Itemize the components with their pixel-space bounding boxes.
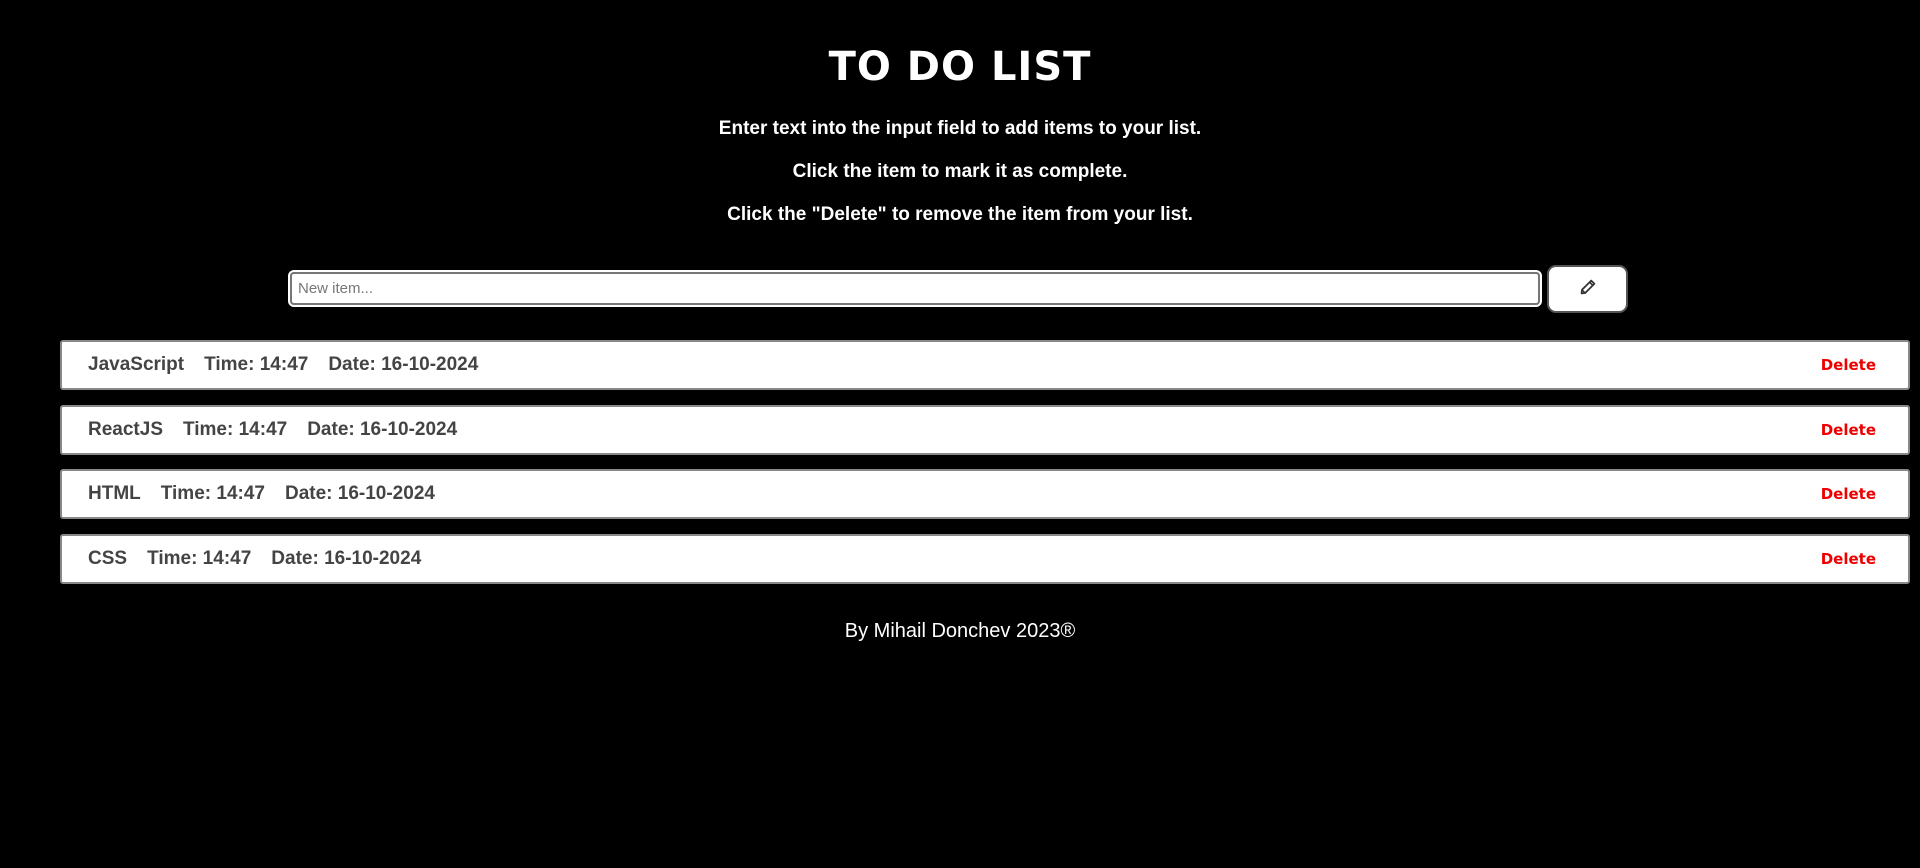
todo-item-text: JavaScript (88, 354, 185, 375)
todo-item-time: Time: 14:47 (147, 547, 252, 569)
delete-button[interactable]: Delete (1821, 550, 1876, 568)
todo-item-text: HTML (88, 483, 141, 504)
page-title: TO DO LIST (828, 44, 1092, 90)
todo-list: JavaScript Time: 14:47 Date: 16-10-2024 … (60, 340, 1910, 598)
add-item-button[interactable] (1547, 265, 1628, 313)
todo-item-time: Time: 14:47 (183, 418, 288, 440)
delete-button[interactable]: Delete (1821, 421, 1876, 439)
pencil-icon (1580, 279, 1596, 300)
new-item-input[interactable] (288, 270, 1542, 307)
todo-item-reactjs[interactable]: ReactJS Time: 14:47 Date: 16-10-2024 Del… (60, 404, 1910, 455)
todo-item-date: Date: 16-10-2024 (307, 418, 458, 440)
todo-item-date: Date: 16-10-2024 (284, 483, 435, 504)
instruction-delete: Click the "Delete" to remove the item fr… (727, 204, 1193, 225)
instruction-add: Enter text into the input field to add i… (718, 118, 1202, 139)
todo-item-text: ReactJS (88, 418, 163, 440)
todo-item-javascript[interactable]: JavaScript Time: 14:47 Date: 16-10-2024 … (60, 340, 1910, 390)
todo-item-date: Date: 16-10-2024 (271, 547, 422, 569)
todo-item-text: CSS (88, 547, 128, 569)
todo-item-time: Time: 14:47 (160, 483, 265, 504)
delete-button[interactable]: Delete (1821, 356, 1876, 374)
todo-item-html[interactable]: HTML Time: 14:47 Date: 16-10-2024 Delete (60, 469, 1910, 519)
todo-item-date: Date: 16-10-2024 (328, 354, 479, 375)
todo-item-time: Time: 14:47 (204, 354, 309, 375)
delete-button[interactable]: Delete (1821, 485, 1876, 503)
todo-item-css[interactable]: CSS Time: 14:47 Date: 16-10-2024 Delete (60, 533, 1910, 584)
footer-credit: By Mihail Donchev 2023® (844, 620, 1076, 642)
new-item-form (288, 265, 1628, 313)
instruction-complete: Click the item to mark it as complete. (792, 161, 1128, 182)
instructions: Enter text into the input field to add i… (0, 116, 1920, 245)
page: TO DO LIST Enter text into the input fie… (0, 0, 1920, 868)
